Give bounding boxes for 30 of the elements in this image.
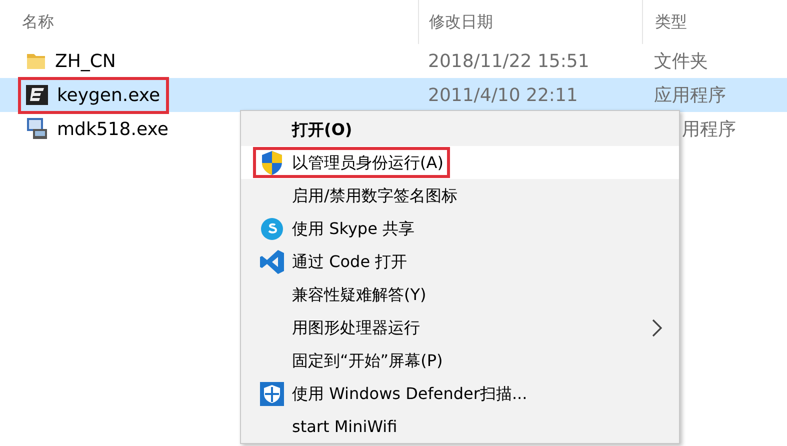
- file-type: 用程序: [682, 118, 736, 140]
- skype-icon: [260, 216, 284, 240]
- column-header[interactable]: 名称: [22, 12, 54, 31]
- menu-item[interactable]: 以管理员身份运行(A): [241, 146, 679, 179]
- menu-item[interactable]: 兼容性疑难解答(Y): [241, 278, 679, 311]
- selected-file-row[interactable]: keygen.exe 2011/4/10 22:11 应用程序: [0, 78, 787, 112]
- file-name[interactable]: mdk518.exe: [57, 116, 168, 142]
- column-header[interactable]: 类型: [655, 10, 687, 34]
- menu-item[interactable]: 使用 Windows Defender扫描...: [241, 377, 679, 410]
- app-icon: [25, 84, 49, 106]
- highlight-frame: 以管理员身份运行(A): [253, 147, 450, 178]
- menu-item[interactable]: 启用/禁用数字签名图标: [241, 179, 679, 212]
- file-type: 应用程序: [654, 84, 726, 106]
- menu-item[interactable]: 通过 Code 打开: [241, 245, 679, 278]
- defender-icon: [259, 380, 285, 406]
- column-header[interactable]: 修改日期: [429, 10, 493, 34]
- file-date: 2011/4/10 22:11: [428, 84, 578, 106]
- menu-item[interactable]: 使用 Skype 共享: [241, 212, 679, 245]
- menu-item[interactable]: 固定到“开始”屏幕(P): [241, 344, 679, 377]
- menu-item[interactable]: 打开(O): [241, 113, 679, 146]
- menu-item[interactable]: 用图形处理器运行: [241, 311, 679, 344]
- shield-icon: [260, 150, 284, 176]
- menu-item[interactable]: start MiniWifi: [241, 410, 679, 443]
- installer-icon: [25, 117, 49, 141]
- file-type: 文件夹: [654, 50, 708, 72]
- code-editor-icon: [259, 248, 285, 274]
- file-date: 2018/11/22 15:51: [428, 50, 590, 72]
- file-name[interactable]: ZH_CN: [55, 48, 116, 74]
- chevron-right-icon: [651, 318, 663, 338]
- file-name[interactable]: keygen.exe: [57, 82, 160, 108]
